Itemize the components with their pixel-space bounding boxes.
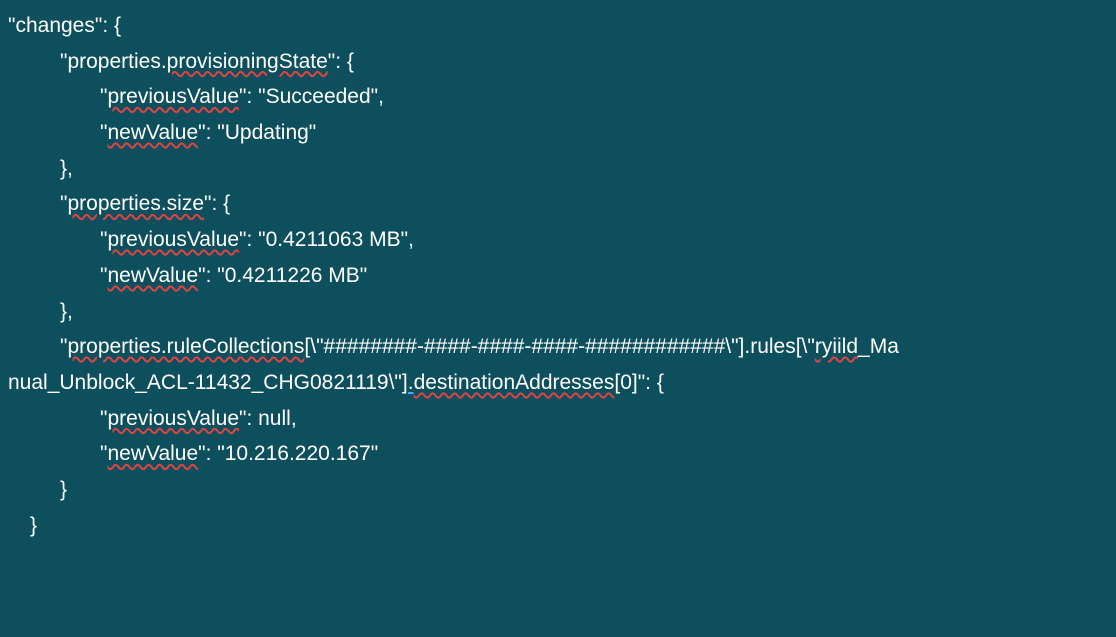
misspell: ryiild — [815, 335, 858, 358]
new-value: "10.216.220.167" — [217, 442, 378, 465]
root-close: } — [0, 508, 1116, 544]
misspell: provisioningState — [167, 50, 328, 73]
misspell: destinationAddresses — [414, 371, 615, 394]
root-key: changes — [15, 14, 94, 37]
previous-value-line: "previousValue": "0.4211063 MB", — [0, 222, 1116, 258]
entry-key-wrapped: "properties.ruleCollections[\"########-#… — [0, 329, 900, 400]
new-label: newValue — [107, 264, 198, 287]
previous-value-line: "previousValue": null, — [0, 401, 1116, 437]
new-label: newValue — [107, 442, 198, 465]
new-value-line: "newValue": "Updating" — [0, 115, 1116, 151]
misspell: properties.size — [67, 192, 204, 215]
entry-key: "properties.size": { — [0, 186, 1116, 222]
entry-key: "properties.provisioningState": { — [0, 44, 1116, 80]
prev-value: "0.4211063 MB" — [258, 228, 408, 251]
new-value: "0.4211226 MB" — [217, 264, 367, 287]
misspell: properties.ruleCollections — [67, 335, 304, 358]
entry-close: }, — [0, 294, 1116, 330]
entry-close: }, — [0, 151, 1116, 187]
new-value-line: "newValue": "10.216.220.167" — [0, 436, 1116, 472]
prev-label: previousValue — [107, 228, 239, 251]
prev-value: null — [258, 407, 291, 430]
new-value: "Updating" — [217, 121, 316, 144]
prev-label: previousValue — [107, 407, 239, 430]
previous-value-line: "previousValue": "Succeeded", — [0, 79, 1116, 115]
prev-label: previousValue — [107, 85, 239, 108]
entry-close: } — [0, 472, 1116, 508]
json-snippet: "changes": { "properties.provisioningSta… — [0, 8, 1116, 543]
new-label: newValue — [107, 121, 198, 144]
prev-value: "Succeeded" — [258, 85, 378, 108]
new-value-line: "newValue": "0.4211226 MB" — [0, 258, 1116, 294]
link-underline: ]. — [402, 371, 414, 394]
root-open: "changes": { — [0, 8, 1116, 44]
